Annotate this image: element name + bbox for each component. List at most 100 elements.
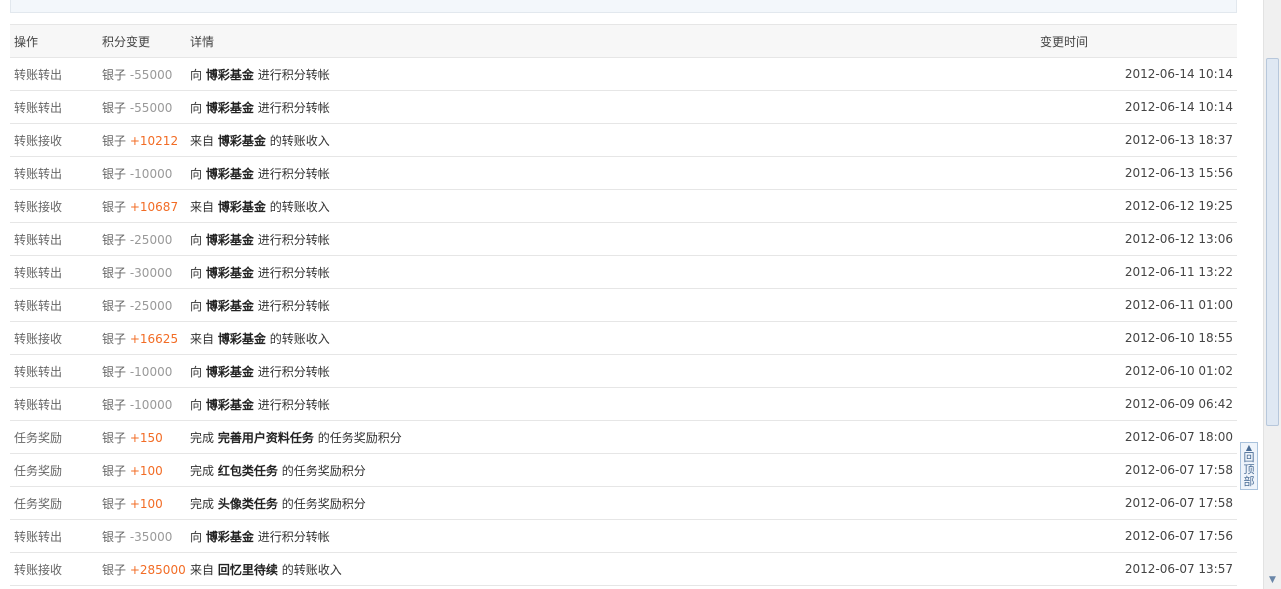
row-detail: 来自 回忆里待续 的转账收入 — [186, 552, 1036, 586]
table-row: 转账转出 银子 -10000 向 博彩基金 进行积分转帐 2012-06-10 01:… — [10, 354, 1237, 388]
row-detail-suffix: 进行积分转帐 — [257, 397, 330, 412]
row-action: 转账转出 — [10, 156, 98, 190]
row-currency: 银子 — [102, 463, 127, 478]
table-body: 转账转出 银子 -55000 向 博彩基金 进行积分转帐 2012-06-14 10:… — [10, 57, 1237, 586]
row-time: 2012-06-07 17:58 — [1036, 486, 1237, 520]
row-currency: 银子 — [102, 364, 127, 379]
row-amount: -55000 — [129, 100, 173, 115]
row-detail-name[interactable]: 头像类任务 — [218, 497, 278, 511]
row-detail-suffix: 进行积分转帐 — [257, 529, 330, 544]
row-detail-name[interactable]: 博彩基金 — [206, 101, 254, 115]
row-currency: 银子 — [102, 166, 127, 181]
row-detail-suffix: 的任务奖励积分 — [281, 463, 366, 478]
vertical-scrollbar[interactable]: ▼ — [1263, 0, 1281, 589]
row-detail-suffix: 进行积分转帐 — [257, 364, 330, 379]
row-detail: 向 博彩基金 进行积分转帐 — [186, 354, 1036, 388]
row-detail-name[interactable]: 博彩基金 — [206, 266, 254, 280]
row-currency: 银子 — [102, 529, 127, 544]
row-detail-prefix: 向 — [190, 265, 203, 280]
row-detail-prefix: 向 — [190, 364, 203, 379]
row-amount: -30000 — [129, 265, 173, 280]
row-time: 2012-06-07 17:56 — [1036, 519, 1237, 553]
table-row: 转账转出 银子 -55000 向 博彩基金 进行积分转帐 2012-06-14 10:… — [10, 90, 1237, 124]
row-detail-name[interactable]: 回忆里待续 — [218, 563, 278, 577]
row-time: 2012-06-12 19:25 — [1036, 189, 1237, 223]
row-points: 银子 -35000 — [98, 519, 186, 553]
row-time: 2012-06-13 15:56 — [1036, 156, 1237, 190]
table-row: 转账转出 银子 -55000 向 博彩基金 进行积分转帐 2012-06-14 10:… — [10, 57, 1237, 91]
row-action: 任务奖励 — [10, 420, 98, 454]
row-detail-name[interactable]: 博彩基金 — [206, 68, 254, 82]
table-row: 转账转出 银子 -25000 向 博彩基金 进行积分转帐 2012-06-12 13:… — [10, 222, 1237, 256]
row-points: 银子 +10687 — [98, 189, 186, 223]
row-detail-suffix: 进行积分转帐 — [257, 100, 330, 115]
row-detail: 向 博彩基金 进行积分转帐 — [186, 387, 1036, 421]
row-time: 2012-06-14 10:14 — [1036, 57, 1237, 91]
row-detail-suffix: 的转账收入 — [269, 331, 330, 346]
points-log-table: 操作 积分变更 详情 变更时间 转账转出 银子 -55000 向 博彩基金 进行积分… — [10, 24, 1237, 586]
row-detail-suffix: 的转账收入 — [269, 199, 330, 214]
row-currency: 银子 — [102, 133, 127, 148]
row-action: 转账转出 — [10, 354, 98, 388]
row-amount: +100 — [129, 463, 163, 478]
scrollbar-thumb[interactable] — [1266, 58, 1279, 426]
row-action: 转账接收 — [10, 321, 98, 355]
row-time: 2012-06-07 17:58 — [1036, 453, 1237, 487]
row-detail-prefix: 完成 — [190, 430, 215, 445]
row-detail: 向 博彩基金 进行积分转帐 — [186, 222, 1036, 256]
row-detail-name[interactable]: 博彩基金 — [206, 167, 254, 181]
row-detail-suffix: 的任务奖励积分 — [317, 430, 402, 445]
scroll-down-icon[interactable]: ▼ — [1265, 573, 1280, 588]
row-action: 转账转出 — [10, 57, 98, 91]
header-action: 操作 — [10, 24, 98, 58]
row-points: 银子 +16625 — [98, 321, 186, 355]
row-detail-name[interactable]: 博彩基金 — [206, 299, 254, 313]
row-action: 转账转出 — [10, 288, 98, 322]
row-action: 转账转出 — [10, 222, 98, 256]
row-detail-name[interactable]: 完善用户资料任务 — [218, 431, 314, 445]
row-currency: 银子 — [102, 232, 127, 247]
row-detail-name[interactable]: 博彩基金 — [206, 233, 254, 247]
row-detail-prefix: 完成 — [190, 496, 215, 511]
row-points: 银子 +10212 — [98, 123, 186, 157]
row-amount: +150 — [129, 430, 163, 445]
row-detail-suffix: 的转账收入 — [269, 133, 330, 148]
row-detail-prefix: 向 — [190, 529, 203, 544]
header-points: 积分变更 — [98, 24, 186, 58]
row-currency: 银子 — [102, 199, 127, 214]
row-detail-name[interactable]: 博彩基金 — [218, 134, 266, 148]
row-currency: 银子 — [102, 430, 127, 445]
table-row: 转账转出 银子 -35000 向 博彩基金 进行积分转帐 2012-06-07 17:… — [10, 519, 1237, 553]
row-detail-name[interactable]: 博彩基金 — [206, 530, 254, 544]
row-detail: 向 博彩基金 进行积分转帐 — [186, 255, 1036, 289]
row-currency: 银子 — [102, 67, 127, 82]
row-detail-suffix: 进行积分转帐 — [257, 265, 330, 280]
row-action: 转账转出 — [10, 90, 98, 124]
row-amount: -25000 — [129, 232, 173, 247]
row-action: 转账接收 — [10, 552, 98, 586]
row-detail-prefix: 向 — [190, 67, 203, 82]
row-action: 任务奖励 — [10, 453, 98, 487]
row-points: 银子 -10000 — [98, 354, 186, 388]
row-points: 银子 -25000 — [98, 288, 186, 322]
header-detail: 详情 — [186, 24, 1036, 58]
row-detail-name[interactable]: 博彩基金 — [206, 398, 254, 412]
row-amount: -10000 — [129, 166, 173, 181]
row-detail-prefix: 向 — [190, 397, 203, 412]
row-detail-suffix: 进行积分转帐 — [257, 166, 330, 181]
row-points: 银子 +150 — [98, 420, 186, 454]
row-detail-name[interactable]: 红包类任务 — [218, 464, 278, 478]
table-row: 任务奖励 银子 +100 完成 头像类任务 的任务奖励积分 2012-06-07 17… — [10, 486, 1237, 520]
back-to-top-button[interactable]: ▲ 回顶部 — [1240, 442, 1258, 490]
row-action: 转账转出 — [10, 255, 98, 289]
row-currency: 银子 — [102, 562, 127, 577]
table-row: 任务奖励 银子 +100 完成 红包类任务 的任务奖励积分 2012-06-07 17… — [10, 453, 1237, 487]
table-row: 转账转出 银子 -30000 向 博彩基金 进行积分转帐 2012-06-11 13:… — [10, 255, 1237, 289]
row-detail: 向 博彩基金 进行积分转帐 — [186, 288, 1036, 322]
row-detail-name[interactable]: 博彩基金 — [218, 332, 266, 346]
row-amount: +100 — [129, 496, 163, 511]
table-row: 任务奖励 银子 +150 完成 完善用户资料任务 的任务奖励积分 2012-06-07… — [10, 420, 1237, 454]
back-to-top-label: 回顶部 — [1243, 451, 1255, 488]
row-detail-name[interactable]: 博彩基金 — [218, 200, 266, 214]
row-detail-name[interactable]: 博彩基金 — [206, 365, 254, 379]
